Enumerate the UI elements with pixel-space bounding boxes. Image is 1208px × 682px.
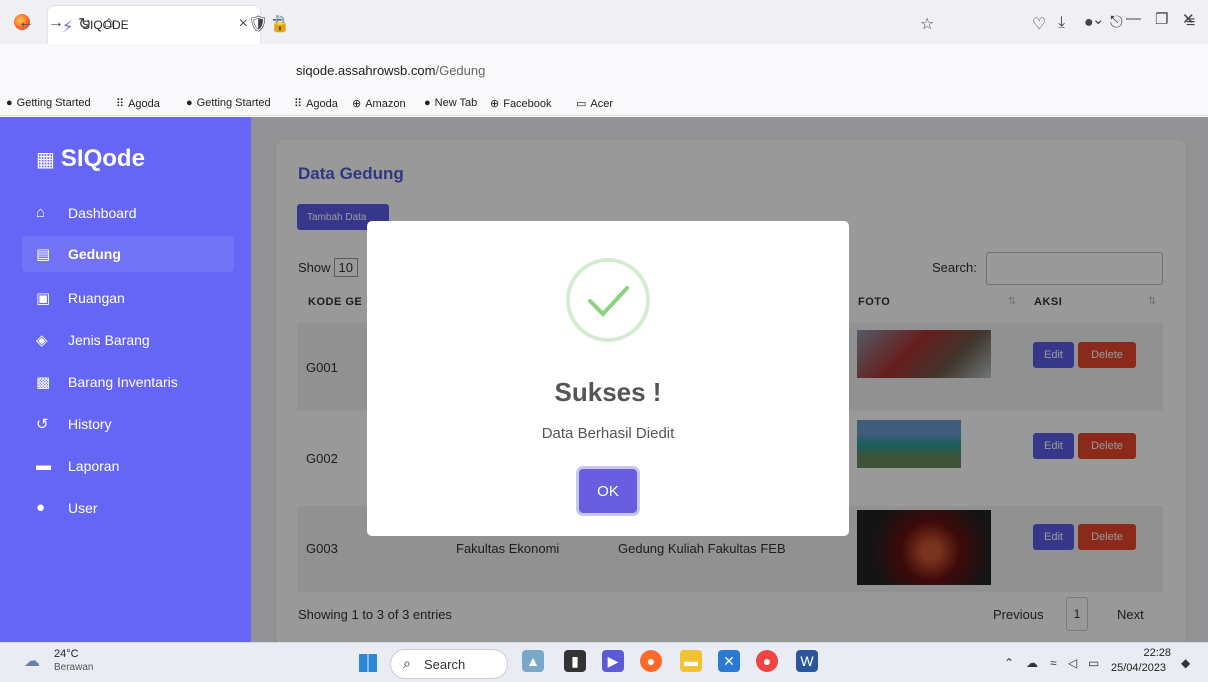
url-host: siqode.assahrowsb.com <box>296 63 436 78</box>
sidebar-item-barang-inventaris[interactable]: ▩ Barang Inventaris <box>22 364 234 400</box>
weather-desc[interactable]: Berawan <box>54 662 93 673</box>
bookmark-item[interactable]: ● Getting Started <box>186 97 271 109</box>
modal-message: Data Berhasil Diedit <box>541 425 675 442</box>
folder-icon: ▭ <box>576 98 587 110</box>
sidebar-item-ruangan[interactable]: ▣ Ruangan <box>22 280 234 316</box>
vscode-icon[interactable]: ✕ <box>718 650 740 672</box>
firefox-taskbar-icon[interactable]: ● <box>640 650 662 672</box>
sidebar-item-laporan[interactable]: ▬ Laporan <box>22 448 234 484</box>
folder-taskbar-icon[interactable]: ▬ <box>680 650 702 672</box>
bookmark-item[interactable]: ● New Tab <box>424 97 477 109</box>
bookmark-item[interactable]: ⊕ Amazon <box>352 97 406 110</box>
sidebar-item-history[interactable]: ↺ History <box>22 406 234 442</box>
boxes-icon: ▩ <box>36 374 51 391</box>
modal-title: Sukses ! <box>554 377 662 407</box>
user-icon: ● <box>36 499 46 516</box>
search-icon: ⌕ <box>403 655 411 671</box>
reload-icon[interactable]: ↻ <box>78 14 91 34</box>
bookmark-item[interactable]: ⠿ Agoda <box>116 97 160 110</box>
notification-icon[interactable]: ◆ <box>1181 656 1190 670</box>
building-icon: ▤ <box>36 246 51 263</box>
battery-icon[interactable]: ▭ <box>1088 656 1099 670</box>
cloud-tray-icon[interactable]: ☁ <box>1026 656 1038 670</box>
word-icon[interactable]: W <box>796 650 818 672</box>
firefox-bookmark-icon: ● <box>424 97 431 109</box>
forward-icon[interactable]: → <box>48 14 64 32</box>
home-nav-icon[interactable]: ⌂ <box>104 14 114 32</box>
back-icon[interactable]: ← <box>18 14 34 32</box>
task-view-icon[interactable]: ▮ <box>564 650 586 672</box>
minimize-icon[interactable]: — <box>1126 10 1141 27</box>
sidebar-item-gedung[interactable]: ▤ Gedung <box>22 236 234 272</box>
pdf-icon: ▬ <box>36 457 51 474</box>
sidebar-item-user[interactable]: ● User <box>22 490 234 526</box>
cloud-icon[interactable]: ☁ <box>24 651 40 671</box>
firefox-bookmark-icon: ● <box>6 97 13 109</box>
url-path: /Gedung <box>435 63 486 78</box>
history-icon: ↺ <box>36 416 49 433</box>
sidebar-item-dashboard[interactable]: ⌂ Dashboard <box>22 195 234 231</box>
url-bar[interactable]: siqode.assahrowsb.com/Gedung <box>296 63 485 78</box>
app-icon[interactable]: ▲ <box>522 650 544 672</box>
bookmark-item[interactable]: ▭ Acer <box>576 97 613 110</box>
pocket-icon[interactable]: ♡ <box>1032 14 1046 34</box>
teams-icon[interactable]: ▶ <box>602 650 624 672</box>
firefox-bookmark-icon: ● <box>186 97 193 109</box>
agoda-icon: ⠿ <box>294 98 303 110</box>
lock-icon[interactable]: 🔒 <box>270 14 290 34</box>
clock-date[interactable]: 25/04/2023 <box>1111 662 1166 674</box>
browser-navbar <box>0 44 1208 92</box>
shield-icon[interactable]: 🛡 <box>248 14 268 34</box>
taskbar-search-label: Search <box>424 657 466 672</box>
tab-close-icon[interactable]: × <box>239 15 248 33</box>
wifi-icon[interactable]: ≈ <box>1050 656 1057 670</box>
clock-time[interactable]: 22:28 <box>1141 647 1171 659</box>
box-icon: ◈ <box>36 332 48 349</box>
globe-icon: ⊕ <box>490 98 500 110</box>
globe-icon: ⊕ <box>352 98 362 110</box>
success-check-icon <box>566 258 650 342</box>
extension-icon[interactable]: ● <box>1084 14 1094 32</box>
brand-logo[interactable]: ▦ SIQode <box>36 145 145 173</box>
door-icon: ▣ <box>36 290 51 307</box>
volume-icon[interactable]: ◁ <box>1068 656 1077 670</box>
chrome-icon[interactable]: ● <box>756 650 778 672</box>
star-icon[interactable]: ☆ <box>920 14 934 34</box>
bookmark-item[interactable]: ● Getting Started <box>6 97 91 109</box>
home-icon: ⌂ <box>36 204 46 221</box>
bookmark-item[interactable]: ⠿ Agoda <box>294 97 338 110</box>
tray-chevron-icon[interactable]: ⌃ <box>1004 656 1014 670</box>
agoda-icon: ⠿ <box>116 98 125 110</box>
bookmark-item[interactable]: ⊕ Facebook <box>490 97 552 110</box>
share-icon[interactable]: ⎋ <box>1110 14 1123 32</box>
download-icon[interactable]: ⤓ <box>1058 14 1065 32</box>
ok-button[interactable]: OK <box>579 469 637 513</box>
restore-icon[interactable]: ❐ <box>1155 10 1168 28</box>
menu-icon[interactable]: ≡ <box>1186 14 1195 32</box>
qr-icon: ▦ <box>36 149 55 171</box>
windows-start-icon[interactable] <box>359 654 377 672</box>
weather-temp[interactable]: 24°C <box>54 648 79 660</box>
chevron-down-icon[interactable]: ⌄ <box>1092 10 1105 28</box>
sidebar-item-jenis-barang[interactable]: ◈ Jenis Barang <box>22 322 234 358</box>
